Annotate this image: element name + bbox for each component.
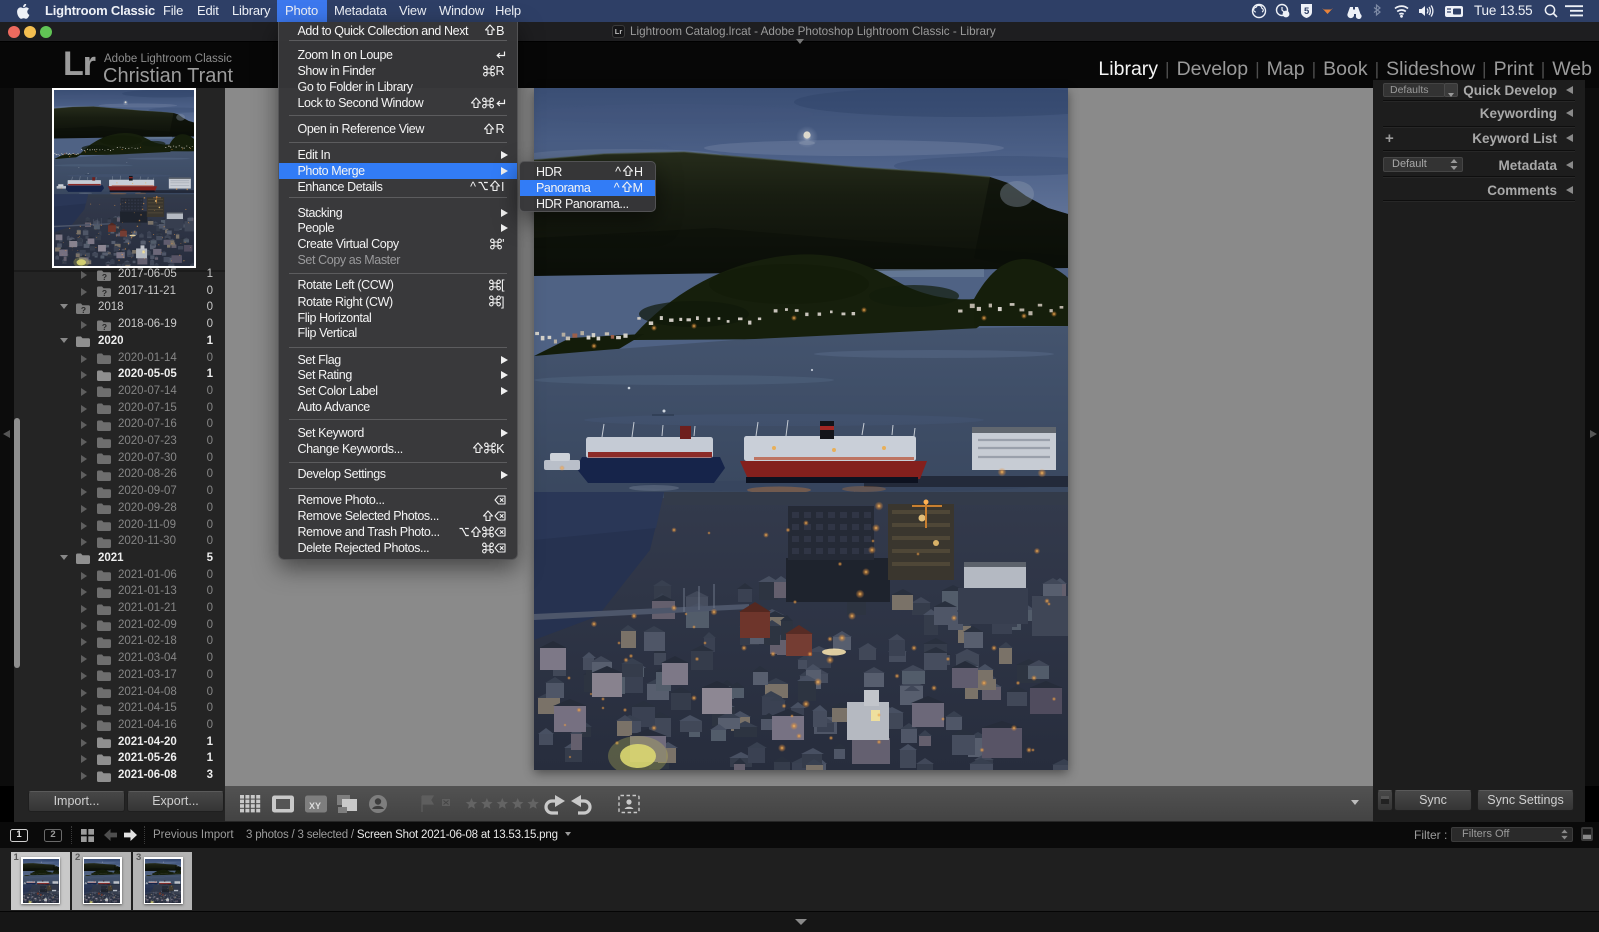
svg-text:XY: XY — [309, 801, 321, 811]
svg-text:?: ? — [102, 271, 107, 280]
svg-text:?: ? — [102, 321, 107, 330]
svg-text:?: ? — [102, 288, 107, 297]
svg-text:?: ? — [81, 305, 86, 314]
